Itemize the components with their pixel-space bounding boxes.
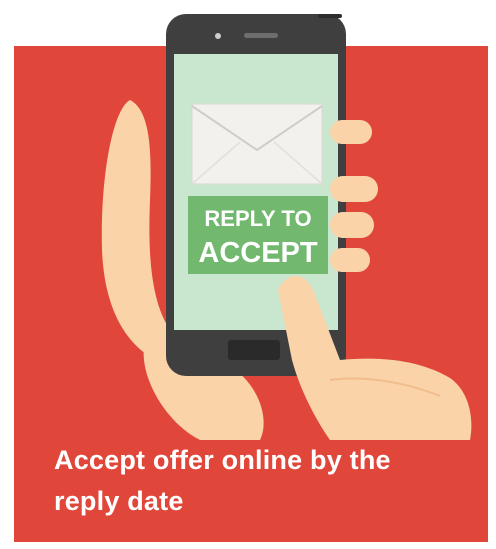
finger-tapping — [278, 275, 472, 440]
phone-home-button — [228, 340, 280, 360]
phone-screen — [174, 54, 338, 330]
reply-button-line2: ACCEPT — [198, 237, 318, 269]
envelope-icon — [191, 103, 323, 185]
phone-speaker — [244, 33, 278, 38]
caption-text: Accept offer online by the reply date — [54, 440, 474, 522]
phone-camera — [215, 33, 221, 39]
phone-side-button — [318, 14, 342, 18]
caption-line1: Accept offer online by the — [54, 445, 391, 475]
reply-button-line1: REPLY TO — [204, 206, 311, 231]
right-fingers-holding — [330, 120, 378, 272]
reply-to-accept-button[interactable]: REPLY TO ACCEPT — [188, 196, 328, 274]
caption-line2: reply date — [54, 486, 184, 516]
left-hand-palm — [101, 100, 170, 360]
